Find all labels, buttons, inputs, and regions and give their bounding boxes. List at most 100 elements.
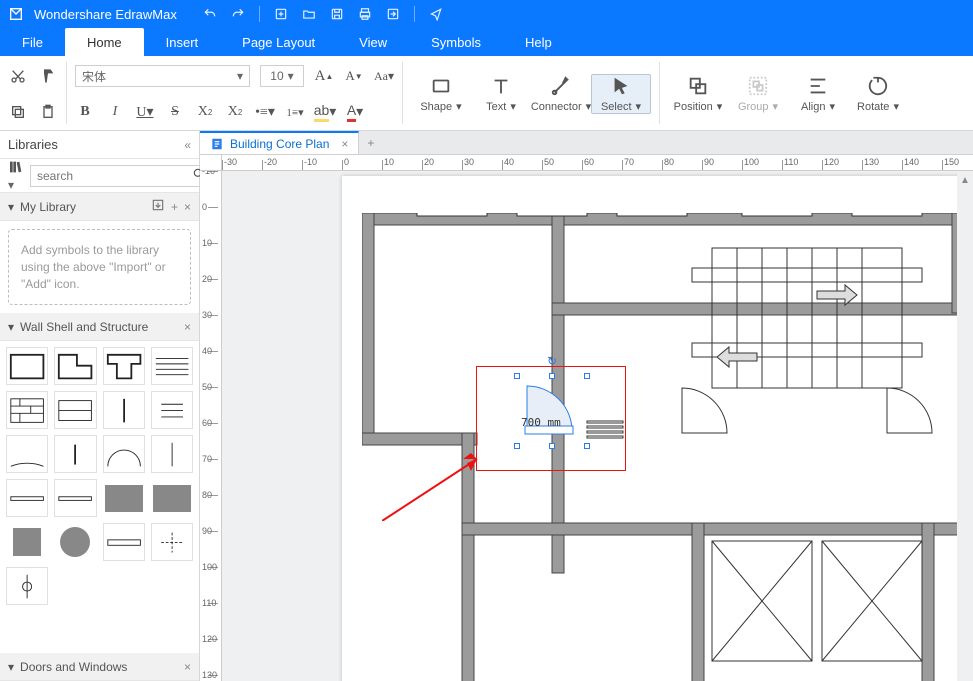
print-button[interactable] <box>356 5 374 23</box>
chevron-down-icon: ▾ <box>8 200 14 214</box>
redo-button[interactable] <box>229 5 247 23</box>
annotation-arrow <box>382 451 492 521</box>
highlight-button[interactable]: ab▾ <box>315 102 335 122</box>
symbol-circle-solid[interactable] <box>54 523 96 561</box>
symbol-lines[interactable] <box>151 347 193 385</box>
bullets-button[interactable]: •≡▾ <box>255 102 275 122</box>
symbol-square-solid[interactable] <box>6 523 48 561</box>
floorplan-drawing <box>362 213 957 681</box>
font-size-select[interactable]: 10▾ <box>260 65 304 87</box>
format-painter-icon[interactable] <box>38 66 58 86</box>
menu-help[interactable]: Help <box>503 28 574 56</box>
subscript-button[interactable]: X2 <box>195 102 215 122</box>
ribbon-group-font: 宋体▾ 10▾ A▲ A▼ Aa▾ B I U▾ S X2 X2 •≡▾ 1≡▾… <box>67 56 402 130</box>
my-library-label: My Library <box>20 200 76 214</box>
bold-button[interactable]: B <box>75 102 95 122</box>
app-logo-icon <box>8 6 24 22</box>
wall-shell-grid <box>0 341 199 611</box>
font-color-button[interactable]: A▾ <box>345 102 365 122</box>
symbol-short-lines[interactable] <box>151 391 193 429</box>
symbol-column[interactable] <box>103 391 145 429</box>
library-menu-icon[interactable]: ▾ <box>8 159 24 192</box>
ruler-vertical: -100102030405060708090100110120130140150 <box>200 171 222 681</box>
superscript-button[interactable]: X2 <box>225 102 245 122</box>
scroll-up-icon[interactable]: ▲ <box>960 175 970 186</box>
section-doors-windows[interactable]: ▾ Doors and Windows × <box>0 653 199 681</box>
doc-tab-building-core[interactable]: Building Core Plan × <box>200 131 359 154</box>
symbol-solid1[interactable] <box>103 479 145 517</box>
symbol-solid2[interactable] <box>151 479 193 517</box>
import-icon[interactable] <box>151 198 165 215</box>
new-tab-button[interactable]: + <box>359 131 382 154</box>
vertical-scrollbar[interactable]: ▲ <box>957 171 973 681</box>
menu-file[interactable]: File <box>0 28 65 56</box>
section-my-library[interactable]: ▾ My Library + × <box>0 193 199 221</box>
select-button[interactable]: Select▾ <box>591 74 651 114</box>
connector-button[interactable]: Connector▾ <box>531 75 591 113</box>
ruler-horizontal-row: -30-20-100102030405060708090100110120130… <box>200 155 973 171</box>
symbol-wall-t[interactable] <box>103 347 145 385</box>
menu-bar: File Home Insert Page Layout View Symbol… <box>0 28 973 56</box>
add-icon[interactable]: + <box>171 200 178 214</box>
open-button[interactable] <box>300 5 318 23</box>
symbol-vline[interactable] <box>54 435 96 473</box>
rotate-handle-icon[interactable]: ↻ <box>547 354 557 368</box>
symbol-center-mark[interactable] <box>151 523 193 561</box>
shape-button[interactable]: Shape▾ <box>411 75 471 113</box>
menu-home[interactable]: Home <box>65 28 144 56</box>
ribbon-group-arrange: Position▾ Group▾ Align▾ Rotate▾ <box>660 56 916 130</box>
symbol-arc[interactable] <box>6 435 48 473</box>
close-section-icon[interactable]: × <box>184 200 191 214</box>
increase-font-icon[interactable]: A▲ <box>314 66 334 86</box>
paste-icon[interactable] <box>38 102 58 122</box>
selected-door-symbol[interactable]: ↻ 700 mm <box>517 376 587 446</box>
menu-page-layout[interactable]: Page Layout <box>220 28 337 56</box>
search-input[interactable] <box>37 169 192 183</box>
symbol-beam[interactable] <box>103 523 145 561</box>
symbol-thinbar1[interactable] <box>6 479 48 517</box>
symbol-bricks[interactable] <box>6 391 48 429</box>
doors-windows-label: Doors and Windows <box>20 660 127 674</box>
symbol-arc2[interactable] <box>103 435 145 473</box>
canvas[interactable]: ↻ 700 mm <box>222 171 957 681</box>
menu-view[interactable]: View <box>337 28 409 56</box>
underline-button[interactable]: U▾ <box>135 102 155 122</box>
menu-symbols[interactable]: Symbols <box>409 28 503 56</box>
section-wall-shell[interactable]: ▾ Wall Shell and Structure × <box>0 313 199 341</box>
ribbon-group-clipboard <box>0 56 66 130</box>
collapse-panel-icon[interactable]: « <box>184 138 191 152</box>
close-section-icon[interactable]: × <box>184 660 191 674</box>
ruler-horizontal: -30-20-100102030405060708090100110120130… <box>222 155 973 170</box>
strikethrough-button[interactable]: S <box>165 102 185 122</box>
libraries-title: Libraries <box>8 137 58 152</box>
my-library-placeholder: Add symbols to the library using the abo… <box>8 229 191 305</box>
save-button[interactable] <box>328 5 346 23</box>
font-name-select[interactable]: 宋体▾ <box>75 65 250 87</box>
close-section-icon[interactable]: × <box>184 320 191 334</box>
new-button[interactable] <box>272 5 290 23</box>
position-button[interactable]: Position▾ <box>668 75 728 113</box>
rotate-button[interactable]: Rotate▾ <box>848 75 908 113</box>
share-button[interactable] <box>427 5 445 23</box>
numbering-button[interactable]: 1≡▾ <box>285 102 305 122</box>
search-input-wrap <box>30 165 213 187</box>
symbol-wall-rect[interactable] <box>6 347 48 385</box>
symbol-target[interactable] <box>6 567 48 605</box>
menu-insert[interactable]: Insert <box>144 28 221 56</box>
symbol-vline2[interactable] <box>151 435 193 473</box>
copy-icon[interactable] <box>8 102 28 122</box>
cut-icon[interactable] <box>8 66 28 86</box>
align-button[interactable]: Align▾ <box>788 75 848 113</box>
decrease-font-icon[interactable]: A▼ <box>344 66 364 86</box>
libraries-search-row: ▾ ▲▼ <box>0 159 199 193</box>
group-button[interactable]: Group▾ <box>728 75 788 113</box>
symbol-thinbar2[interactable] <box>54 479 96 517</box>
symbol-wall-l[interactable] <box>54 347 96 385</box>
text-button[interactable]: Text▾ <box>471 75 531 113</box>
export-button[interactable] <box>384 5 402 23</box>
italic-button[interactable]: I <box>105 102 125 122</box>
undo-button[interactable] <box>201 5 219 23</box>
symbol-panel[interactable] <box>54 391 96 429</box>
case-icon[interactable]: Aa▾ <box>374 66 394 86</box>
close-tab-icon[interactable]: × <box>341 137 348 151</box>
